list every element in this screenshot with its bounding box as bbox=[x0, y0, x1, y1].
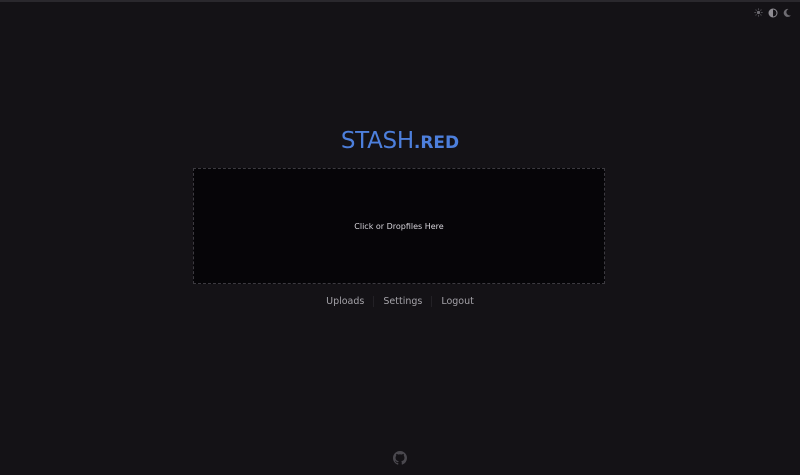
sun-icon[interactable] bbox=[753, 7, 764, 18]
file-dropzone[interactable]: Click or Dropfiles Here bbox=[193, 168, 605, 284]
window-top-border bbox=[0, 0, 800, 2]
site-logo[interactable]: STASH.RED bbox=[0, 130, 800, 153]
nav-logout-link[interactable]: Logout bbox=[432, 296, 483, 307]
main-nav: Uploads Settings Logout bbox=[0, 294, 800, 308]
moon-icon[interactable] bbox=[781, 7, 792, 18]
dropzone-label: Click or Dropfiles Here bbox=[354, 221, 444, 231]
nav-uploads-link[interactable]: Uploads bbox=[317, 296, 373, 307]
logo-tld-text: .RED bbox=[413, 133, 460, 153]
logo-main-text: STASH bbox=[340, 128, 414, 154]
theme-switcher bbox=[753, 7, 792, 18]
github-icon[interactable] bbox=[393, 450, 407, 465]
nav-settings-link[interactable]: Settings bbox=[374, 296, 431, 307]
contrast-icon[interactable] bbox=[767, 7, 778, 18]
